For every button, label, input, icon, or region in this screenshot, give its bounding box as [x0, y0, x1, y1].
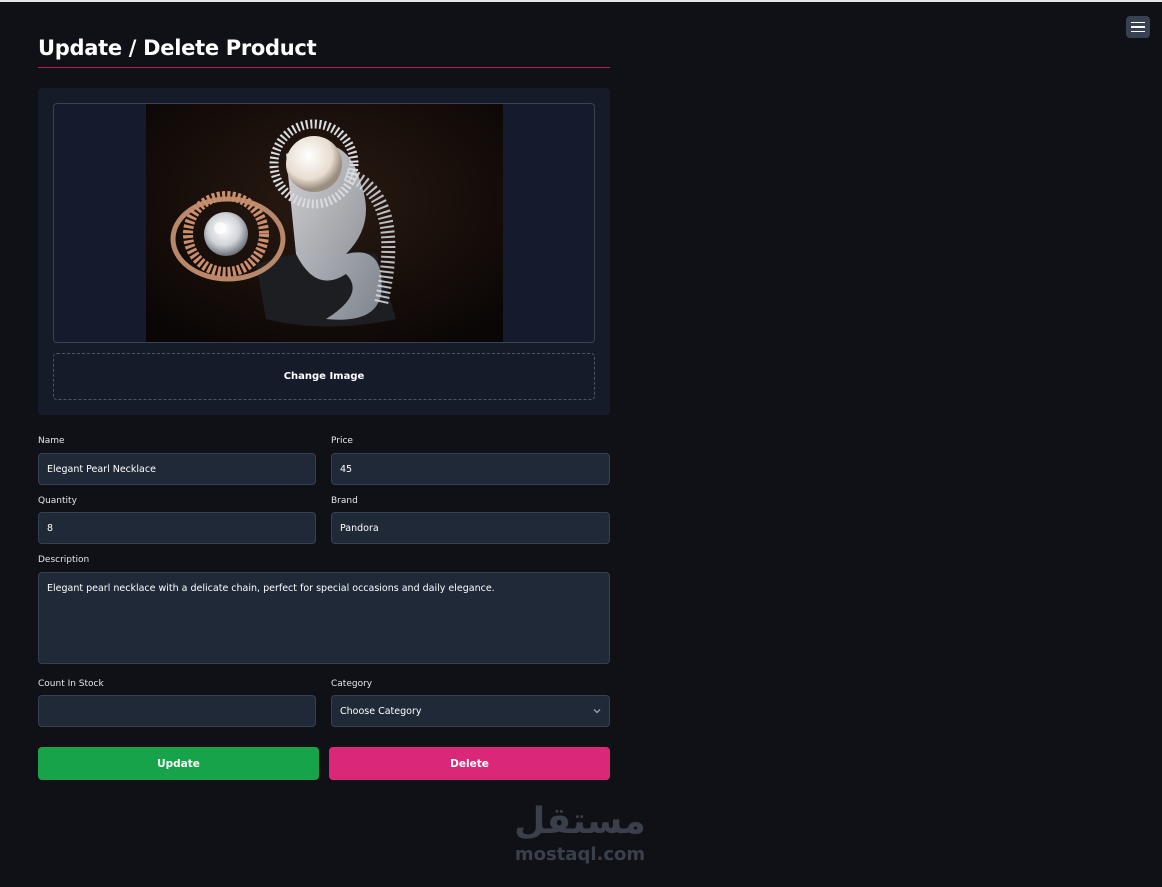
count-in-stock-label: Count In Stock — [38, 679, 104, 689]
name-input[interactable]: Elegant Pearl Necklace — [38, 453, 316, 485]
watermark-logo: مستقل mostaql.com — [505, 800, 655, 872]
watermark-latin: mostaql.com — [514, 844, 646, 865]
title-divider — [38, 67, 610, 68]
category-selected-value: Choose Category — [340, 705, 422, 717]
category-label: Category — [331, 679, 373, 689]
price-input[interactable]: 45 — [331, 453, 610, 485]
quantity-input[interactable]: 8 — [38, 512, 316, 544]
change-image-button[interactable]: Change Image — [53, 353, 595, 400]
count-in-stock-input[interactable] — [38, 695, 316, 727]
image-card: Change Image — [38, 88, 610, 415]
quantity-label: Quantity — [38, 496, 77, 506]
top-border — [0, 0, 1162, 2]
page-title: Update / Delete Product — [38, 36, 317, 60]
price-label: Price — [331, 436, 353, 446]
name-label: Name — [38, 436, 65, 446]
description-textarea[interactable]: Elegant pearl necklace with a delicate c… — [38, 572, 610, 664]
delete-button[interactable]: Delete — [329, 747, 610, 780]
product-image — [146, 104, 503, 342]
brand-input[interactable]: Pandora — [331, 512, 610, 544]
chevron-down-icon — [593, 709, 601, 714]
category-select[interactable]: Choose Category — [331, 695, 610, 727]
description-label: Description — [38, 555, 90, 565]
watermark-arabic: مستقل — [514, 801, 646, 842]
hamburger-menu-icon[interactable] — [1126, 16, 1150, 38]
update-button[interactable]: Update — [38, 747, 319, 780]
brand-label: Brand — [331, 496, 358, 506]
product-image-frame — [53, 103, 595, 343]
